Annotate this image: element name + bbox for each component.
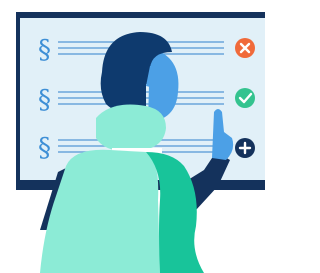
check-icon xyxy=(235,88,255,108)
section-symbol-2: § xyxy=(38,85,51,115)
document-review-illustration: § § § xyxy=(16,12,265,273)
close-icon xyxy=(235,38,255,58)
plus-icon xyxy=(235,138,255,158)
person-collar xyxy=(96,104,166,152)
section-symbol-1: § xyxy=(38,35,51,65)
section-symbol-3: § xyxy=(38,133,51,163)
